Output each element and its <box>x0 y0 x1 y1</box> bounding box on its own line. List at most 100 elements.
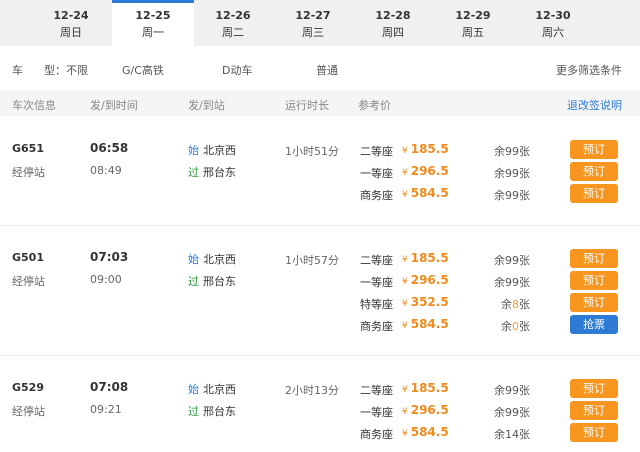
filter-d[interactable]: D动车 <box>222 62 252 78</box>
train-number[interactable]: G501 <box>12 251 44 264</box>
seat-price: ¥584.5 <box>402 186 449 200</box>
currency-symbol: ¥ <box>402 407 408 417</box>
book-button[interactable]: 预订 <box>570 379 618 398</box>
price-value: 584.5 <box>410 425 449 439</box>
tab-weekday: 周一 <box>142 26 164 39</box>
remain-suffix: 张 <box>519 428 530 441</box>
book-button[interactable]: 预订 <box>570 249 618 268</box>
remain-prefix: 余 <box>494 428 505 441</box>
filter-label-value[interactable]: 型：不限 <box>44 62 88 78</box>
col-price: 参考价 <box>358 99 391 112</box>
date-tab[interactable]: 12-28 周四 <box>352 0 434 46</box>
price-value: 352.5 <box>410 295 449 309</box>
seat-price: ¥584.5 <box>402 425 449 439</box>
remain-count: 99 <box>505 189 519 202</box>
currency-symbol: ¥ <box>402 385 408 395</box>
seat-class: 一等座 <box>360 406 393 419</box>
pass-tag: 过 <box>188 166 199 179</box>
remain-prefix: 余 <box>501 320 512 333</box>
from-station-name: 北京西 <box>203 383 236 396</box>
remain-count: 99 <box>505 276 519 289</box>
to-station: 过邢台东 <box>188 273 236 289</box>
currency-symbol: ¥ <box>402 321 408 331</box>
tickets-remaining: 余99张 <box>470 252 530 268</box>
filter-normal[interactable]: 普通 <box>316 62 338 78</box>
book-button[interactable]: 预订 <box>570 162 618 181</box>
currency-symbol: ¥ <box>402 146 408 156</box>
pass-tag: 过 <box>188 405 199 418</box>
date-tab[interactable]: 12-30 周六 <box>512 0 594 46</box>
col-station: 发/到站 <box>188 99 225 112</box>
from-station-name: 北京西 <box>203 144 236 157</box>
tickets-remaining: 余99张 <box>470 165 530 181</box>
date-tab[interactable]: 12-29 周五 <box>432 0 514 46</box>
depart-time: 06:58 <box>90 141 129 155</box>
book-button[interactable]: 预订 <box>570 293 618 312</box>
seat-class: 二等座 <box>360 254 393 267</box>
to-station-name: 邢台东 <box>203 275 236 288</box>
grab-ticket-button[interactable]: 抢票 <box>570 315 618 334</box>
price-value: 185.5 <box>410 251 449 265</box>
price-value: 296.5 <box>410 273 449 287</box>
from-station-name: 北京西 <box>203 253 236 266</box>
seat-class: 特等座 <box>360 298 393 311</box>
seat-class: 商务座 <box>360 189 393 202</box>
seat-price: ¥185.5 <box>402 381 449 395</box>
seat-class: 一等座 <box>360 167 393 180</box>
book-button[interactable]: 预订 <box>570 401 618 420</box>
currency-symbol: ¥ <box>402 190 408 200</box>
currency-symbol: ¥ <box>402 255 408 265</box>
from-station: 始北京西 <box>188 142 236 158</box>
tickets-remaining: 余99张 <box>470 143 530 159</box>
remain-suffix: 张 <box>519 384 530 397</box>
seat-price: ¥296.5 <box>402 273 449 287</box>
tickets-remaining: 余99张 <box>470 404 530 420</box>
train-number[interactable]: G529 <box>12 381 44 394</box>
date-tabs: 12-24 周日 12-25 周一 12-26 周二 12-27 周三 12-28 周四 12-29… <box>0 0 640 46</box>
remain-count: 99 <box>505 254 519 267</box>
remain-count: 99 <box>505 384 519 397</box>
tab-date: 12-27 <box>295 9 331 22</box>
train-number[interactable]: G651 <box>12 142 44 155</box>
to-station-name: 邢台东 <box>203 166 236 179</box>
tickets-remaining: 余14张 <box>470 426 530 442</box>
remain-suffix: 张 <box>519 406 530 419</box>
remain-count: 99 <box>505 167 519 180</box>
row-divider <box>0 355 640 356</box>
stops-link[interactable]: 经停站 <box>12 403 45 419</box>
tickets-remaining: 余99张 <box>470 382 530 398</box>
duration: 2小时13分 <box>285 384 339 397</box>
stops-link[interactable]: 经停站 <box>12 164 45 180</box>
remain-count: 14 <box>505 428 519 441</box>
seat-class: 一等座 <box>360 276 393 289</box>
date-tab[interactable]: 12-27 周三 <box>272 0 354 46</box>
stops-link[interactable]: 经停站 <box>12 273 45 289</box>
tab-date: 12-30 <box>535 9 571 22</box>
filter-gc[interactable]: G/C高铁 <box>122 62 164 78</box>
remain-suffix: 张 <box>519 167 530 180</box>
book-button[interactable]: 预订 <box>570 184 618 203</box>
refund-policy-link[interactable]: 退改签说明 <box>567 97 622 113</box>
to-station: 过邢台东 <box>188 164 236 180</box>
seat-price: ¥352.5 <box>402 295 449 309</box>
remain-prefix: 余 <box>501 298 512 311</box>
price-value: 296.5 <box>410 164 449 178</box>
seat-class: 商务座 <box>360 320 393 333</box>
remain-prefix: 余 <box>494 189 505 202</box>
start-tag: 始 <box>188 383 199 396</box>
col-duration: 运行时长 <box>285 99 329 112</box>
to-station: 过邢台东 <box>188 403 236 419</box>
date-tab[interactable]: 12-25 周一 <box>112 0 194 46</box>
more-filters-link[interactable]: 更多筛选条件 <box>556 62 622 78</box>
date-tab[interactable]: 12-26 周二 <box>192 0 274 46</box>
date-tab[interactable]: 12-24 周日 <box>30 0 112 46</box>
table-header: 车次信息 发/到时间 发/到站 运行时长 参考价 退改签说明 <box>0 90 640 116</box>
book-button[interactable]: 预订 <box>570 423 618 442</box>
tab-weekday: 周六 <box>542 26 564 39</box>
book-button[interactable]: 预订 <box>570 140 618 159</box>
book-button[interactable]: 预订 <box>570 271 618 290</box>
remain-count: 99 <box>505 406 519 419</box>
remain-prefix: 余 <box>494 167 505 180</box>
remain-suffix: 张 <box>519 189 530 202</box>
col-train: 车次信息 <box>12 99 56 112</box>
